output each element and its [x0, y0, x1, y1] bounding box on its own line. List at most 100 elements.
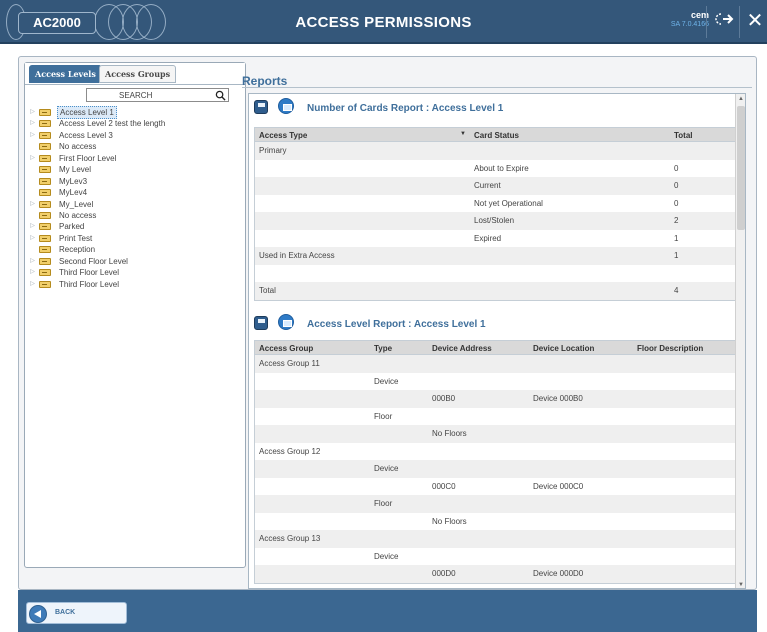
back-button[interactable]: BACK — [26, 602, 127, 624]
access-level-icon — [39, 177, 51, 185]
tab-access-levels[interactable]: Access Levels — [29, 65, 102, 83]
back-arrow-icon — [29, 605, 47, 623]
col-type[interactable]: Type — [374, 344, 392, 353]
tree-item[interactable]: My Level — [29, 164, 243, 175]
tree-item[interactable]: ▷ Parked — [29, 221, 243, 232]
tree-item[interactable]: ▷ Third Floor Level — [29, 267, 243, 278]
tree-item[interactable]: MyLev4 — [29, 187, 243, 198]
tree-item[interactable]: ▷ Second Floor Level — [29, 256, 243, 267]
expand-arrow-icon[interactable]: ▷ — [29, 130, 36, 141]
cards-report-header: Number of Cards Report : Access Level 1 — [249, 97, 745, 121]
tree-item[interactable]: ▷ My_Level — [29, 199, 243, 210]
reports-panel: Number of Cards Report : Access Level 1 … — [248, 93, 746, 589]
tab-access-groups[interactable]: Access Groups — [99, 65, 177, 83]
table-row: Total 4 — [255, 282, 739, 300]
table-row: Lost/Stolen 2 — [255, 212, 739, 230]
tree-item[interactable]: ▷ Access Level 1 — [29, 106, 243, 119]
access-level-icon — [39, 257, 51, 265]
email-report-icon[interactable] — [278, 98, 294, 114]
tree-item[interactable]: ▷ Third Floor Level — [29, 279, 243, 290]
table-row: Current 0 — [255, 177, 739, 195]
col-card-status[interactable]: Card Status — [474, 131, 519, 140]
access-level-icon — [39, 200, 51, 208]
tree-item[interactable]: No access — [29, 210, 243, 221]
scroll-down-icon[interactable]: ▼ — [736, 580, 745, 588]
save-icon[interactable] — [254, 100, 268, 114]
expand-arrow-icon[interactable]: ▷ — [29, 118, 36, 129]
search-icon[interactable] — [215, 90, 226, 101]
access-level-icon — [39, 280, 51, 288]
access-levels-panel: Access Levels Access Groups SEARCH ▷ Acce… — [24, 62, 246, 568]
version-label: SA 7.0.4166 — [670, 21, 709, 28]
tree-item[interactable]: Reception — [29, 244, 243, 255]
table-row: Used in Extra Access 1 — [255, 247, 739, 265]
tree-item[interactable]: MyLev3 — [29, 176, 243, 187]
access-level-icon — [39, 269, 51, 277]
access-level-icon — [39, 223, 51, 231]
close-icon[interactable]: ✕ — [743, 9, 767, 33]
cards-report-table: Access Type ▼ Card Status Total Primary … — [254, 127, 740, 301]
table-row: Floor — [374, 411, 393, 421]
expand-arrow-icon[interactable]: ▷ — [29, 256, 36, 267]
reports-divider — [242, 87, 752, 88]
table-row: Device — [255, 460, 739, 478]
access-level-icon — [39, 234, 51, 242]
level-report-header: Access Level Report : Access Level 1 — [249, 313, 745, 337]
scroll-thumb[interactable] — [737, 106, 745, 230]
expand-arrow-icon[interactable]: ▷ — [29, 221, 36, 232]
user-name: cem — [690, 10, 709, 20]
tree-item[interactable]: ▷ Access Level 3 — [29, 130, 243, 141]
access-level-icon — [39, 120, 51, 128]
table-header: Access Type ▼ Card Status Total — [255, 128, 739, 142]
access-level-tree: ▷ Access Level 1 ▷ Access Level 2 test the… — [29, 106, 243, 290]
user-info: cem SA 7.0.4166 — [671, 10, 709, 28]
expand-arrow-icon[interactable]: ▷ — [29, 279, 36, 290]
expand-arrow-icon[interactable]: ▷ — [29, 199, 36, 210]
col-access-type[interactable]: Access Type — [259, 131, 307, 140]
col-total[interactable]: Total — [674, 131, 693, 140]
table-row: Device — [374, 551, 399, 561]
main-frame: Access Levels Access Groups SEARCH ▷ Acce… — [18, 56, 757, 590]
access-level-icon — [39, 246, 51, 254]
tree-item[interactable]: ▷ Access Level 2 test the length — [29, 118, 243, 129]
logout-icon[interactable] — [713, 9, 737, 33]
search-placeholder: SEARCH — [119, 91, 153, 100]
expand-arrow-icon[interactable]: ▷ — [29, 107, 36, 118]
table-row: Primary — [255, 142, 739, 160]
col-access-group[interactable]: Access Group — [259, 344, 313, 353]
col-floor-description[interactable]: Floor Description — [637, 344, 703, 353]
table-row: About to Expire 0 — [474, 163, 679, 173]
access-level-icon — [39, 131, 51, 139]
email-report-icon[interactable] — [278, 314, 294, 330]
save-icon[interactable] — [254, 316, 268, 330]
reports-scrollbar[interactable]: ▲ ▼ — [735, 94, 745, 588]
reports-title: Reports — [242, 74, 288, 88]
scroll-up-icon[interactable]: ▲ — [736, 94, 745, 104]
footer-bar: BACK — [18, 590, 757, 632]
table-row: Device — [374, 376, 399, 386]
access-level-icon — [39, 189, 51, 197]
app-header: AC2000 ACCESS PERMISSIONS cem SA 7.0.416… — [0, 0, 767, 44]
sort-desc-icon[interactable]: ▼ — [460, 131, 466, 137]
tree-item[interactable]: ▷ First Floor Level — [29, 153, 243, 164]
page-title: ACCESS PERMISSIONS — [295, 14, 472, 31]
table-row: No Floors — [255, 425, 739, 443]
cards-report-title: Number of Cards Report : Access Level 1 — [307, 103, 504, 114]
expand-arrow-icon[interactable]: ▷ — [29, 267, 36, 278]
level-report-table: Access Group Type Device Address Device … — [254, 340, 740, 584]
access-level-icon — [39, 211, 51, 219]
tree-item[interactable]: ▷ Print Test — [29, 233, 243, 244]
col-device-location[interactable]: Device Location — [533, 344, 594, 353]
table-row: No Floors — [432, 516, 467, 526]
tree-item[interactable]: No access — [29, 141, 243, 152]
access-level-icon — [39, 143, 51, 151]
table-row: 000B0 Device 000B0 — [255, 390, 739, 408]
back-label: BACK — [55, 609, 76, 616]
table-row — [255, 265, 739, 283]
search-input[interactable]: SEARCH — [86, 88, 229, 102]
table-row: Not yet Operational 0 — [474, 198, 679, 208]
col-device-address[interactable]: Device Address — [432, 344, 492, 353]
access-level-icon — [39, 154, 51, 162]
expand-arrow-icon[interactable]: ▷ — [29, 153, 36, 164]
expand-arrow-icon[interactable]: ▷ — [29, 233, 36, 244]
